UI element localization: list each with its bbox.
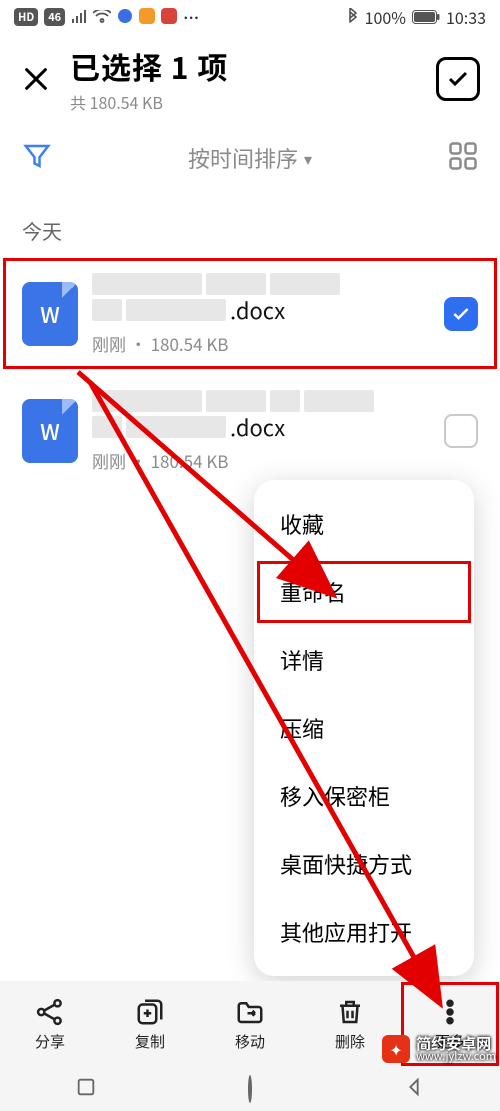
section-today: 今天 xyxy=(0,186,500,255)
delete-label: 删除 xyxy=(335,1031,365,1052)
status-bar: HD 46 100% 10:33 xyxy=(0,0,500,34)
app-icon-3 xyxy=(161,5,177,29)
menu-favorite[interactable]: 收藏 xyxy=(254,490,474,558)
copy-button[interactable]: 复制 xyxy=(100,981,200,1067)
file-name-line2: .docx xyxy=(92,414,430,440)
app-icon-2 xyxy=(139,5,155,29)
net-badge: 46 xyxy=(44,8,65,26)
bluetooth-icon xyxy=(347,8,359,26)
file-texts: .docx 刚刚 · 180.54 KB xyxy=(78,388,444,473)
sort-button[interactable]: 按时间排序 ▾ xyxy=(188,142,312,174)
nav-back-icon[interactable] xyxy=(403,1076,425,1103)
nav-home-icon[interactable] xyxy=(248,1077,252,1101)
menu-open-with[interactable]: 其他应用打开 xyxy=(254,898,474,966)
file-checkbox[interactable] xyxy=(444,297,478,331)
clock: 10:33 xyxy=(446,5,486,29)
select-all-button[interactable] xyxy=(436,57,480,101)
sort-label: 按时间排序 xyxy=(188,142,298,174)
file-name-line2: .docx xyxy=(92,297,430,323)
status-left: HD 46 xyxy=(14,5,199,29)
copy-label: 复制 xyxy=(135,1031,165,1052)
header-titles: 已选择 1 项 共 180.54 KB xyxy=(62,44,436,114)
file-ext: .docx xyxy=(230,294,285,326)
watermark-url: www.jylzw.com xyxy=(416,1051,496,1062)
watermark: ✦ 简约安卓网 www.jylzw.com xyxy=(382,1035,496,1063)
move-button[interactable]: 移动 xyxy=(200,981,300,1067)
file-type-icon: W xyxy=(22,282,78,346)
file-row[interactable]: W .docx 刚刚 · 180.54 KB xyxy=(0,255,500,372)
file-type-icon: W xyxy=(22,399,78,463)
header-subtitle: 共 180.54 KB xyxy=(70,90,436,114)
signal-icon xyxy=(71,5,87,29)
menu-rename[interactable]: 重命名 xyxy=(254,558,474,626)
battery-percent: 100% xyxy=(365,5,406,29)
view-toggle-button[interactable] xyxy=(448,141,478,176)
nav-recent-icon[interactable] xyxy=(75,1076,97,1103)
filter-button[interactable] xyxy=(22,141,52,176)
sort-row: 按时间排序 ▾ xyxy=(0,130,500,186)
menu-compress[interactable]: 压缩 xyxy=(254,694,474,762)
context-menu: 收藏 重命名 详情 压缩 移入保密柜 桌面快捷方式 其他应用打开 xyxy=(254,480,474,976)
menu-move-safe[interactable]: 移入保密柜 xyxy=(254,762,474,830)
menu-shortcut[interactable]: 桌面快捷方式 xyxy=(254,830,474,898)
app-icon-1 xyxy=(117,5,133,29)
status-right: 100% 10:33 xyxy=(347,5,486,29)
more-notifications-icon xyxy=(183,5,199,29)
watermark-badge-icon: ✦ xyxy=(382,1035,410,1063)
header-title: 已选择 1 项 xyxy=(70,44,436,88)
file-checkbox[interactable] xyxy=(444,414,478,448)
file-meta: 刚刚 · 180.54 KB xyxy=(92,448,430,473)
move-label: 移动 xyxy=(235,1031,265,1052)
file-meta: 刚刚 · 180.54 KB xyxy=(92,331,430,356)
share-label: 分享 xyxy=(35,1031,65,1052)
file-row[interactable]: W .docx 刚刚 · 180.54 KB xyxy=(0,372,500,489)
file-texts: .docx 刚刚 · 180.54 KB xyxy=(78,271,444,356)
battery-icon xyxy=(412,10,440,24)
hd-badge: HD xyxy=(14,8,38,26)
wifi-icon xyxy=(93,5,111,29)
close-button[interactable] xyxy=(22,65,62,93)
system-nav-bar xyxy=(0,1067,500,1111)
share-button[interactable]: 分享 xyxy=(0,981,100,1067)
file-ext: .docx xyxy=(230,411,285,443)
menu-details[interactable]: 详情 xyxy=(254,626,474,694)
chevron-down-icon: ▾ xyxy=(304,146,312,170)
selection-header: 已选择 1 项 共 180.54 KB xyxy=(0,34,500,122)
